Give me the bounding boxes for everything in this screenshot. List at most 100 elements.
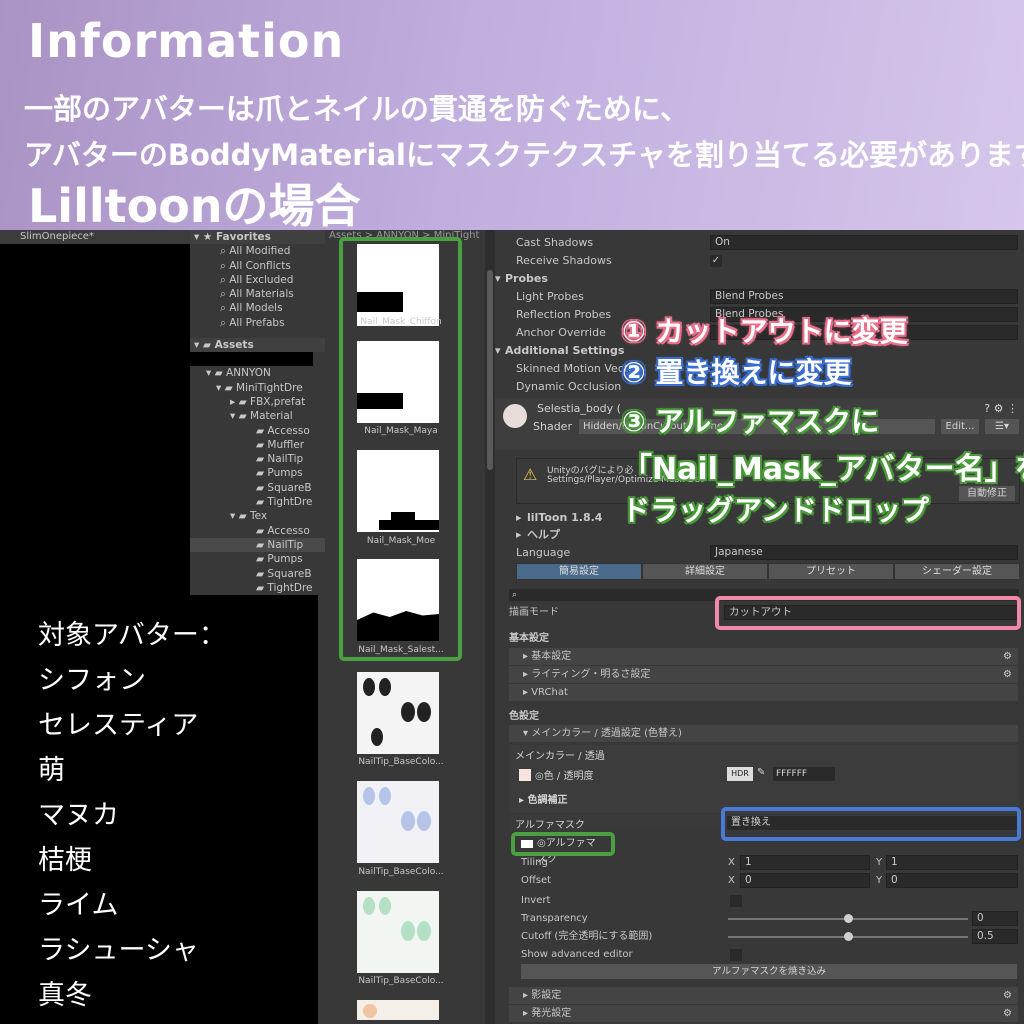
grid-scrollbar[interactable] — [485, 230, 495, 1024]
tab-advanced[interactable]: 詳細設定 — [642, 563, 768, 580]
tree-item[interactable]: ▾ ▰ Tex — [190, 509, 325, 523]
edit-shader-button[interactable]: Edit... — [941, 419, 979, 434]
field-label: Reflection Probes — [516, 308, 612, 321]
section-vrchat[interactable]: ▸ VRChat — [509, 684, 1018, 701]
chevron-down-icon: ▾ — [495, 344, 501, 357]
avatar-name: 萌 — [38, 755, 65, 786]
tree-item[interactable]: ▰ Accesso — [190, 524, 325, 538]
section-shadow[interactable]: ▸ 影設定 ⚙ — [509, 987, 1018, 1004]
subsection-label: メインカラー / 透過 — [515, 751, 605, 762]
tree-item[interactable]: ▰ Muffler — [190, 438, 325, 452]
tree-label: Pumps — [267, 553, 303, 566]
help-gear-icons[interactable]: ? ⚙ ⋮ — [984, 402, 1018, 415]
info-line-1: 一部のアバターは爪とネイルの貫通を防ぐために、 — [24, 92, 689, 126]
annotation-step-2: ② 置き換えに変更 — [622, 356, 852, 389]
tree-item-selected[interactable]: ▰ NailTip — [190, 537, 325, 553]
cutoff-field[interactable]: 0.5 — [972, 929, 1018, 944]
section-label: 発光設定 — [531, 1008, 572, 1019]
fav-item[interactable]: ⌕ All Prefabs — [190, 316, 325, 330]
tree-item[interactable]: ▰ TightDre — [190, 495, 325, 509]
search-icon: ⌕ — [512, 590, 518, 600]
nail-tip-thumb[interactable] — [357, 781, 439, 863]
gear-icon[interactable]: ⚙ — [1003, 648, 1012, 665]
auto-fix-button[interactable]: 自動修正 — [959, 486, 1015, 501]
eyedropper-icon[interactable]: ✎ — [757, 767, 765, 778]
cutoff-row: Cutoff (完全透明にする範囲) 0.5 — [495, 928, 1024, 946]
field-label: Tiling — [521, 857, 548, 868]
alpha-mode-highlight — [721, 807, 1021, 841]
tree-label: FBX,prefat — [250, 395, 306, 408]
assets-label: Assets — [214, 339, 254, 352]
nail-tip-thumb[interactable] — [357, 891, 439, 973]
tree-item[interactable]: ▰ Pumps — [190, 466, 325, 480]
receive-shadows-checkbox[interactable]: ✓ — [710, 255, 722, 267]
help-label: ヘルプ — [527, 528, 560, 541]
fav-item[interactable]: ⌕ All Materials — [190, 287, 325, 301]
tree-item[interactable]: ▰ NailTip — [190, 452, 325, 466]
slider-handle[interactable] — [844, 914, 853, 923]
tree-label: Muffler — [267, 438, 305, 451]
tree-item[interactable]: ▰ SquareB — [190, 567, 325, 581]
gear-icon[interactable]: ⚙ — [1003, 666, 1012, 683]
section-basic[interactable]: ▸ 基本設定 ⚙ — [509, 648, 1018, 665]
fav-item[interactable]: ⌕ All Conflicts — [190, 259, 325, 273]
hdr-button[interactable]: HDR — [727, 767, 753, 781]
tree-item[interactable]: ▾ ▰ ANNYON — [190, 366, 325, 380]
fav-item[interactable]: ⌕ All Excluded — [190, 273, 325, 287]
fav-item[interactable]: ⌕ All Models — [190, 301, 325, 315]
gear-icon[interactable]: ⚙ — [1003, 987, 1012, 1004]
bake-alpha-mask-button[interactable]: アルファマスクを焼き込み — [521, 964, 1017, 979]
gear-icon[interactable]: ⚙ — [1003, 1005, 1012, 1022]
field-label: Dynamic Occlusion — [516, 380, 622, 393]
offset-y-field[interactable]: 0 — [886, 873, 1018, 888]
scrollbar-thumb[interactable] — [487, 270, 493, 470]
tree-item[interactable]: ▰ SquareB — [190, 481, 325, 495]
nail-tip-thumb[interactable] — [357, 672, 439, 754]
section-emission[interactable]: ▸ 発光設定 ⚙ — [509, 1005, 1018, 1022]
tab-presets[interactable]: プリセット — [768, 563, 894, 580]
annotation-step-3: ③ アルファマスクに — [622, 405, 880, 438]
tree-label: Material — [250, 410, 293, 423]
assets-header[interactable]: ▾ ▰ Assets — [190, 338, 325, 353]
field-label: Transparency — [521, 913, 588, 924]
avatar-name: 真冬 — [38, 980, 92, 1011]
chevron-right-icon: ▸ — [516, 511, 522, 524]
hierarchy-scene-title[interactable]: SlimOnepiece* — [0, 230, 190, 244]
offset-x-field[interactable]: 0 — [740, 873, 870, 888]
section-main-color[interactable]: ▾ メインカラー / 透過設定 (色替え) — [509, 725, 1018, 742]
shader-menu-icon[interactable]: ☰▾ — [985, 419, 1019, 434]
tiling-y-field[interactable]: 1 — [886, 855, 1018, 870]
tiling-x-field[interactable]: 1 — [740, 855, 870, 870]
group-title: 基本設定 — [509, 633, 549, 644]
nail-tip-thumb[interactable] — [357, 1000, 439, 1020]
fav-item[interactable]: ⌕ All Modified — [190, 244, 325, 258]
hex-field[interactable]: FFFFFF — [773, 767, 835, 781]
cast-shadows-dropdown[interactable]: On — [710, 235, 1018, 250]
show-advanced-checkbox[interactable] — [730, 949, 742, 961]
field-label: Anchor Override — [516, 326, 606, 339]
tree-item[interactable]: ▰ Pumps — [190, 552, 325, 566]
color-swatch[interactable] — [519, 769, 531, 781]
slider-handle[interactable] — [844, 932, 853, 941]
tree-item[interactable]: ▾ ▰ MiniTightDre — [190, 381, 325, 395]
tree-item[interactable]: ▰ Accesso — [190, 424, 325, 438]
material-name: Selestia_body ( — [537, 402, 621, 415]
tab-shader-settings[interactable]: シェーダー設定 — [894, 563, 1020, 580]
light-probes-dropdown[interactable]: Blend Probes — [710, 289, 1018, 304]
language-dropdown[interactable]: Japanese — [710, 545, 1018, 560]
section-lighting[interactable]: ▸ ライティング・明るさ設定 ⚙ — [509, 666, 1018, 683]
tree-item[interactable]: ▾ ▰ Material — [190, 409, 325, 423]
probes-header[interactable]: ▾ Probes — [495, 270, 1024, 288]
fav-label: All Conflicts — [229, 259, 291, 272]
section-label: Additional Settings — [505, 344, 625, 357]
transparency-field[interactable]: 0 — [972, 911, 1018, 926]
tab-simple[interactable]: 簡易設定 — [516, 563, 642, 580]
annotation-step-3-name: 「Nail_Mask_アバター名」を — [622, 452, 1024, 487]
color-correction-row[interactable]: ▸ 色調補正 — [519, 791, 568, 806]
section-label: VRChat — [531, 687, 568, 698]
favorites-header[interactable]: ▾ ★ Favorites — [190, 230, 325, 245]
info-banner: Information 一部のアバターは爪とネイルの貫通を防ぐために、 アバター… — [0, 0, 1024, 233]
tree-item[interactable]: ▰ TightDre — [190, 581, 325, 595]
tree-item[interactable]: ▸ ▰ FBX,prefat — [190, 395, 325, 409]
invert-checkbox[interactable] — [730, 895, 742, 907]
